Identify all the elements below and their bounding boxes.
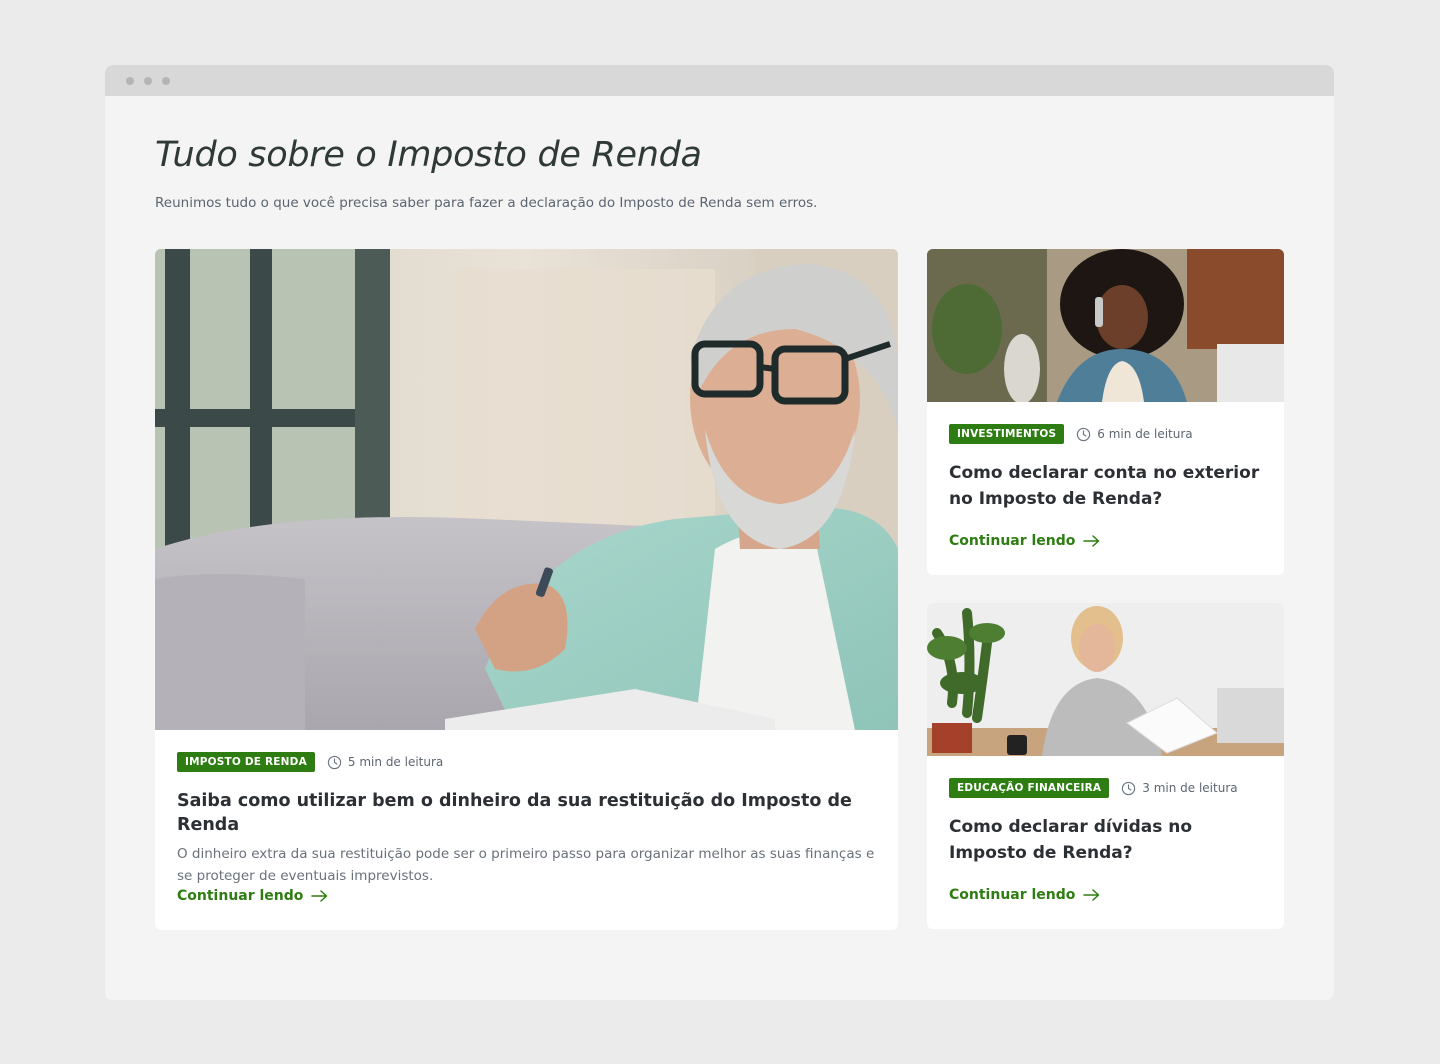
arrow-right-icon	[1083, 889, 1100, 901]
continue-reading-label: Continuar lendo	[949, 887, 1076, 903]
continue-reading-label: Continuar lendo	[177, 888, 304, 904]
read-time: 6 min de leitura	[1076, 427, 1193, 442]
window-dot-icon	[144, 76, 152, 85]
article-meta: IMPOSTO DE RENDA 5 min de leitura	[177, 752, 876, 772]
article-body: INVESTIMENTOS 6 min de leitura Como decl…	[949, 424, 1262, 512]
read-time: 5 min de leitura	[327, 755, 443, 770]
article-excerpt: O dinheiro extra da sua restituição pode…	[177, 846, 875, 884]
read-time-label: 3 min de leitura	[1142, 781, 1238, 795]
continue-reading-link[interactable]: Continuar lendo	[949, 533, 1100, 549]
browser-window: Tudo sobre o Imposto de Renda Reunimos t…	[105, 65, 1334, 1000]
page-subtitle: Reunimos tudo o que você precisa saber p…	[155, 195, 818, 211]
category-badge[interactable]: EDUCAÇÃO FINANCEIRA	[949, 778, 1110, 798]
browser-chrome	[105, 65, 1334, 96]
clock-icon	[1077, 427, 1091, 441]
article-title[interactable]: Como declarar dívidas no Imposto de Rend…	[949, 815, 1262, 866]
article-body: IMPOSTO DE RENDA 5 min de leitura Saiba …	[177, 752, 876, 887]
window-dot-icon	[126, 76, 134, 85]
article-card[interactable]: INVESTIMENTOS 6 min de leitura Como decl…	[927, 249, 1284, 575]
article-image[interactable]	[927, 603, 1284, 756]
window-dot-icon	[162, 76, 170, 85]
continue-reading-link[interactable]: Continuar lendo	[177, 888, 328, 904]
clock-icon	[327, 755, 342, 769]
article-meta: EDUCAÇÃO FINANCEIRA 3 min de leitura	[949, 778, 1262, 798]
article-image[interactable]	[155, 249, 898, 730]
article-card[interactable]: EDUCAÇÃO FINANCEIRA 3 min de leitura Com…	[927, 603, 1284, 929]
arrow-right-icon	[1083, 535, 1100, 547]
page-title: Tudo sobre o Imposto de Renda	[155, 135, 702, 175]
read-time: 3 min de leitura	[1121, 781, 1238, 796]
read-time-label: 5 min de leitura	[347, 755, 444, 769]
category-badge[interactable]: IMPOSTO DE RENDA	[177, 752, 315, 772]
article-meta: INVESTIMENTOS 6 min de leitura	[949, 424, 1262, 444]
clock-icon	[1122, 781, 1136, 795]
continue-reading-link[interactable]: Continuar lendo	[949, 887, 1100, 903]
article-body: EDUCAÇÃO FINANCEIRA 3 min de leitura Com…	[949, 778, 1262, 866]
category-badge[interactable]: INVESTIMENTOS	[949, 424, 1065, 444]
article-image[interactable]	[927, 249, 1284, 402]
read-time-label: 6 min de leitura	[1097, 427, 1193, 441]
continue-reading-label: Continuar lendo	[949, 533, 1076, 549]
arrow-right-icon	[311, 890, 328, 902]
article-title[interactable]: Como declarar conta no exterior no Impos…	[949, 461, 1262, 512]
article-title[interactable]: Saiba como utilizar bem o dinheiro da su…	[177, 790, 876, 837]
featured-article-card[interactable]: IMPOSTO DE RENDA 5 min de leitura Saiba …	[155, 249, 898, 930]
